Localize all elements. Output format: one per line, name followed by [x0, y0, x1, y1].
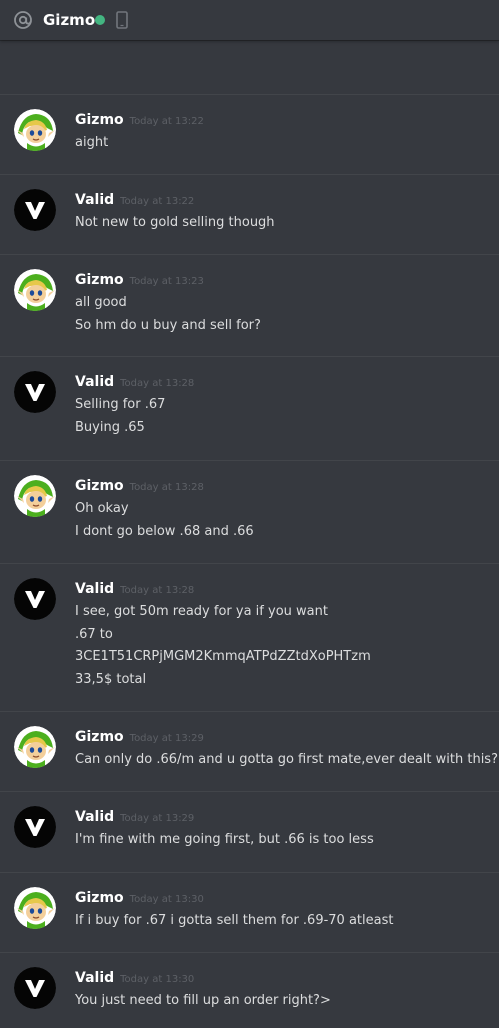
message-text: 33,5$ total — [75, 671, 147, 687]
author-line: Gizmo Today at 13:29 — [75, 729, 204, 749]
valid-logo-icon — [14, 578, 56, 620]
message-timestamp: Today at 13:28 — [120, 378, 195, 389]
message-text: Oh okay — [75, 501, 129, 516]
author-line: Gizmo Today at 13:23 — [75, 272, 204, 292]
message-text: I dont go below .68 and .66 — [75, 523, 254, 539]
message-text: If i buy for .67 i gotta sell them for .… — [75, 913, 394, 928]
message-text: Selling for .67 — [75, 397, 166, 412]
message-content: Can only do .66/m and u gotta go first m… — [75, 749, 498, 772]
author-line: Valid Today at 13:22 — [75, 192, 194, 212]
author-line: Valid Today at 13:30 — [75, 970, 194, 990]
author-name[interactable]: Valid — [75, 970, 114, 986]
message: Valid Today at 13:29 I'm fine with me goin… — [0, 791, 499, 873]
link-cartoon-icon — [14, 109, 56, 151]
link-cartoon-icon — [14, 887, 56, 929]
message-text: I'm fine with me going first, but .66 is… — [75, 832, 374, 847]
message-content: You just need to fill up an order right?… — [75, 990, 331, 1013]
message: Gizmo Today at 13:28 Oh okay I dont go belo… — [0, 460, 499, 564]
valid-logo-icon — [14, 806, 56, 848]
mobile-phone-icon — [116, 11, 128, 29]
message-text: Buying .65 — [75, 419, 145, 435]
valid-logo-icon — [14, 371, 56, 413]
message-content: If i buy for .67 i gotta sell them for .… — [75, 910, 393, 933]
link-cartoon-icon — [14, 475, 56, 517]
message-text: You just need to fill up an order right?… — [75, 993, 331, 1008]
message: Gizmo Today at 13:23 all good So hm do u bu… — [0, 254, 499, 357]
author-name[interactable]: Gizmo — [75, 729, 124, 745]
message-timestamp: Today at 13:29 — [120, 813, 195, 824]
author-line: Valid Today at 13:28 — [75, 581, 194, 601]
avatar[interactable] — [14, 371, 56, 413]
message-content: I'm fine with me going first, but .66 is… — [75, 829, 374, 852]
avatar[interactable] — [14, 189, 56, 231]
link-cartoon-icon — [14, 269, 56, 311]
message-timestamp: Today at 13:30 — [120, 974, 195, 985]
message: Gizmo Today at 13:22 aight — [0, 94, 499, 175]
author-line: Gizmo Today at 13:30 — [75, 890, 204, 910]
message-content: Not new to gold selling though — [75, 212, 275, 235]
avatar[interactable] — [14, 269, 56, 311]
message-timestamp: Today at 13:30 — [129, 894, 204, 905]
message-timestamp: Today at 13:28 — [129, 482, 204, 493]
author-name[interactable]: Gizmo — [75, 478, 124, 494]
message-content: Oh okay I dont go below .68 and .66 — [75, 498, 254, 543]
message-content: all good So hm do u buy and sell for? — [75, 292, 261, 337]
author-name[interactable]: Valid — [75, 192, 114, 208]
avatar[interactable] — [14, 475, 56, 517]
author-name[interactable]: Gizmo — [75, 272, 124, 288]
author-name[interactable]: Gizmo — [75, 112, 124, 128]
message-content: aight — [75, 132, 108, 155]
link-cartoon-icon — [14, 726, 56, 768]
message-timestamp: Today at 13:22 — [120, 196, 195, 207]
valid-logo-icon — [14, 189, 56, 231]
message-timestamp: Today at 13:22 — [129, 116, 204, 127]
message-text: 3CE1T51CRPjMGM2KmmqATPdZZtdXoPHTzm — [75, 649, 371, 664]
message: Valid Today at 13:28 I see, got 50m ready … — [0, 563, 499, 712]
message-timestamp: Today at 13:28 — [120, 585, 195, 596]
channel-title: Gizmo — [43, 11, 96, 29]
message-text: Not new to gold selling though — [75, 215, 275, 230]
message-text: aight — [75, 135, 109, 150]
avatar[interactable] — [14, 109, 56, 151]
author-name[interactable]: Valid — [75, 581, 114, 597]
avatar[interactable] — [14, 578, 56, 620]
message: Valid Today at 13:22 Not new to gold selli… — [0, 174, 499, 255]
message-text: Can only do .66/m and u gotta go first m… — [75, 752, 498, 767]
message: Valid Today at 13:28 Selling for .67 Buying… — [0, 356, 499, 461]
message-text: I see, got 50m ready for ya if you want — [75, 604, 328, 619]
message-text: .67 to — [75, 626, 113, 642]
author-line: Gizmo Today at 13:22 — [75, 112, 204, 132]
at-icon — [14, 11, 32, 29]
chat-header: Gizmo — [0, 0, 499, 40]
valid-logo-icon — [14, 967, 56, 1009]
message-text: So hm do u buy and sell for? — [75, 317, 261, 333]
message: Gizmo Today at 13:29 Can only do .66/m and… — [0, 711, 499, 792]
avatar[interactable] — [14, 887, 56, 929]
author-name[interactable]: Valid — [75, 809, 114, 825]
message: Gizmo Today at 13:30 If i buy for .67 i go… — [0, 872, 499, 953]
online-status-dot — [95, 15, 105, 25]
author-line: Valid Today at 13:28 — [75, 374, 194, 394]
message-content: Selling for .67 Buying .65 — [75, 394, 165, 439]
author-name[interactable]: Valid — [75, 374, 114, 390]
author-line: Valid Today at 13:29 — [75, 809, 194, 829]
message-timestamp: Today at 13:29 — [129, 733, 204, 744]
message-timestamp: Today at 13:23 — [129, 276, 204, 287]
message: Valid Today at 13:30 You just need to fill… — [0, 952, 499, 1028]
avatar[interactable] — [14, 726, 56, 768]
author-line: Gizmo Today at 13:28 — [75, 478, 204, 498]
message-content: I see, got 50m ready for ya if you want.… — [75, 601, 371, 691]
avatar[interactable] — [14, 806, 56, 848]
message-text: all good — [75, 295, 127, 310]
avatar[interactable] — [14, 967, 56, 1009]
message-list: ValidToday at 13:22Yeah, so just buildin… — [0, 0, 499, 1027]
author-name[interactable]: Gizmo — [75, 890, 124, 906]
